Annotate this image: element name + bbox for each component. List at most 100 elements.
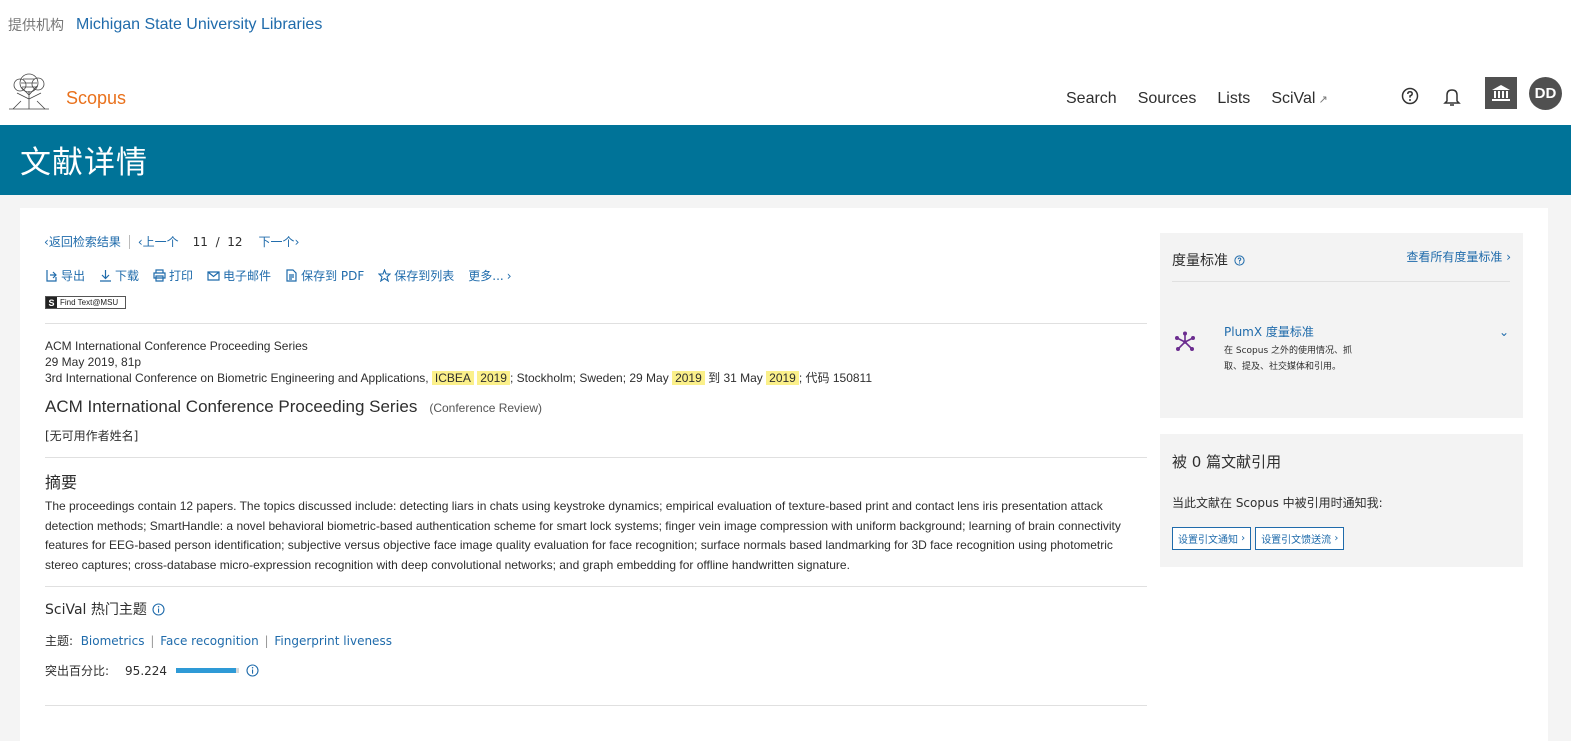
find-text-label: Find Text@MSU (60, 298, 119, 307)
external-link-icon: ↗ (1318, 94, 1328, 106)
next-link[interactable]: 下一个› (259, 233, 300, 250)
email-icon (207, 271, 220, 281)
download-icon (100, 270, 112, 282)
find-text-button[interactable]: S Find Text@MSU (45, 296, 126, 309)
back-label: 返回检索结果 (48, 235, 121, 249)
abstract-heading: 摘要 (45, 473, 78, 492)
prominence-bar-fill (176, 668, 237, 673)
topic-separator: | (150, 634, 155, 648)
print-icon (153, 269, 166, 282)
institution-button[interactable] (1485, 77, 1517, 109)
more-label: 更多... (468, 269, 504, 283)
divider (45, 705, 1147, 706)
print-button[interactable]: 打印 (153, 267, 193, 284)
cited-by-heading: 被 0 篇文献引用 (1172, 453, 1282, 471)
save-to-list-label: 保存到列表 (394, 269, 455, 283)
page-title: 文献详情 (20, 145, 148, 181)
scival-heading: SciVal 热门主题 (45, 602, 147, 618)
star-icon (378, 269, 392, 282)
save-to-list-button[interactable]: 保存到列表 (378, 267, 454, 284)
pdf-icon (286, 269, 297, 282)
source-date-pages: 29 May 2019, 81p (45, 355, 142, 369)
info-icon[interactable] (246, 664, 259, 677)
view-all-metrics-link[interactable]: 查看所有度量标准 › (1406, 248, 1511, 265)
topic-label: 主题: (45, 634, 74, 648)
set-citation-alert-label: 设置引文通知 (1178, 535, 1238, 546)
set-citation-alert-button[interactable]: 设置引文通知 › (1172, 527, 1252, 550)
save-pdf-label: 保存到 PDF (301, 269, 365, 283)
document-actions: 导出 下载 打印 电子邮件 保存到 PDF 保存到列表 更多... › (45, 267, 512, 284)
help-icon[interactable] (1401, 87, 1419, 105)
user-avatar[interactable]: DD (1529, 77, 1562, 110)
scival-heading-row: SciVal 热门主题 (45, 599, 165, 619)
result-slash: / (215, 234, 220, 249)
previous-label: 上一个 (142, 235, 179, 249)
metrics-heading: 度量标准 (1172, 253, 1228, 269)
save-pdf-button[interactable]: 保存到 PDF (285, 267, 364, 284)
conference-prefix: 3rd International Conference on Biometri… (45, 371, 429, 385)
email-button[interactable]: 电子邮件 (207, 267, 271, 284)
divider (45, 323, 1147, 324)
conference-location: ; Stockholm; Sweden; 29 May (509, 371, 669, 385)
topic-link[interactable]: Face recognition (160, 634, 258, 648)
breadcrumb: ‹返回检索结果 ‹上一个 11 / 12 下一个› (44, 233, 299, 250)
highlight-acronym: ICBEA (431, 371, 474, 385)
export-button[interactable]: 导出 (45, 267, 85, 284)
next-label: 下一个 (258, 235, 295, 249)
prominence-bar (176, 668, 240, 673)
divider (45, 586, 1147, 587)
nav-lists[interactable]: Lists (1217, 90, 1250, 108)
divider (45, 457, 1147, 458)
conference-info: 3rd International Conference on Biometri… (45, 370, 872, 386)
chevron-down-icon[interactable]: ⌄ (1499, 325, 1509, 339)
institution-link[interactable]: Michigan State University Libraries (76, 16, 322, 34)
nav-sources[interactable]: Sources (1138, 90, 1197, 108)
prominence-row: 突出百分比: 95.224 (45, 662, 259, 679)
email-label: 电子邮件 (223, 269, 272, 283)
info-icon[interactable] (152, 602, 165, 616)
institution-bar: 提供机构 Michigan State University Libraries (8, 15, 322, 35)
export-label: 导出 (61, 269, 86, 283)
scopus-brand[interactable]: Scopus (66, 88, 126, 109)
source-metadata: ACM International Conference Proceeding … (45, 338, 872, 386)
scival-topics: 主题: Biometrics | Face recognition | Fing… (45, 632, 392, 649)
nav-search[interactable]: Search (1066, 90, 1117, 108)
topic-link[interactable]: Biometrics (81, 634, 145, 648)
institution-icon (1492, 85, 1510, 101)
source-series-link[interactable]: ACM International Conference Proceeding … (45, 338, 872, 354)
institution-label: 提供机构 (8, 18, 64, 34)
topic-link[interactable]: Fingerprint liveness (274, 634, 392, 648)
set-citation-feed-label: 设置引文馈送流 (1261, 535, 1332, 546)
result-position: 11 / 12 (193, 235, 243, 249)
conference-code: ; 代码 150811 (798, 371, 873, 385)
header: Scopus Search Sources Lists SciVal ↗ DD (0, 64, 1571, 125)
nav-scival[interactable]: SciVal ↗ (1271, 90, 1327, 108)
elsevier-tree-logo[interactable] (7, 71, 51, 111)
cited-by-description: 当此文献在 Scopus 中被引用时通知我: (1172, 496, 1383, 510)
prominence-label: 突出百分比: (45, 664, 110, 678)
cited-by-panel: 被 0 篇文献引用 当此文献在 Scopus 中被引用时通知我: 设置引文通知 … (1160, 434, 1523, 567)
export-icon (46, 270, 57, 282)
topic-separator: | (264, 634, 269, 648)
authors: [无可用作者姓名] (45, 429, 139, 443)
more-button[interactable]: 更多... › (468, 267, 511, 284)
conference-to: 到 31 May (708, 371, 763, 385)
bell-icon[interactable] (1443, 87, 1461, 107)
document-type: (Conference Review) (429, 401, 543, 415)
document-title: ACM International Conference Proceeding … (45, 397, 418, 416)
plumx-title[interactable]: PlumX 度量标准 (1224, 323, 1314, 340)
help-icon[interactable] (1234, 254, 1245, 266)
download-button[interactable]: 下载 (99, 267, 139, 284)
result-index: 11 (192, 234, 208, 249)
citation-buttons: 设置引文通知 › 设置引文馈送流 › (1172, 527, 1345, 550)
chevron-right-icon: › (506, 268, 512, 283)
highlight-year: 2019 (766, 371, 799, 385)
result-total: 12 (227, 234, 243, 249)
plumx-description: 在 Scopus 之外的使用情况、抓取、提及、社交媒体和引用。 (1224, 346, 1352, 372)
set-citation-feed-button[interactable]: 设置引文馈送流 › (1255, 527, 1345, 550)
back-to-results-link[interactable]: ‹返回检索结果 (44, 233, 121, 250)
download-label: 下载 (115, 269, 140, 283)
main-nav: Search Sources Lists SciVal ↗ (1066, 90, 1328, 108)
previous-link[interactable]: ‹上一个 (138, 233, 179, 250)
highlight-year: 2019 (672, 371, 705, 385)
